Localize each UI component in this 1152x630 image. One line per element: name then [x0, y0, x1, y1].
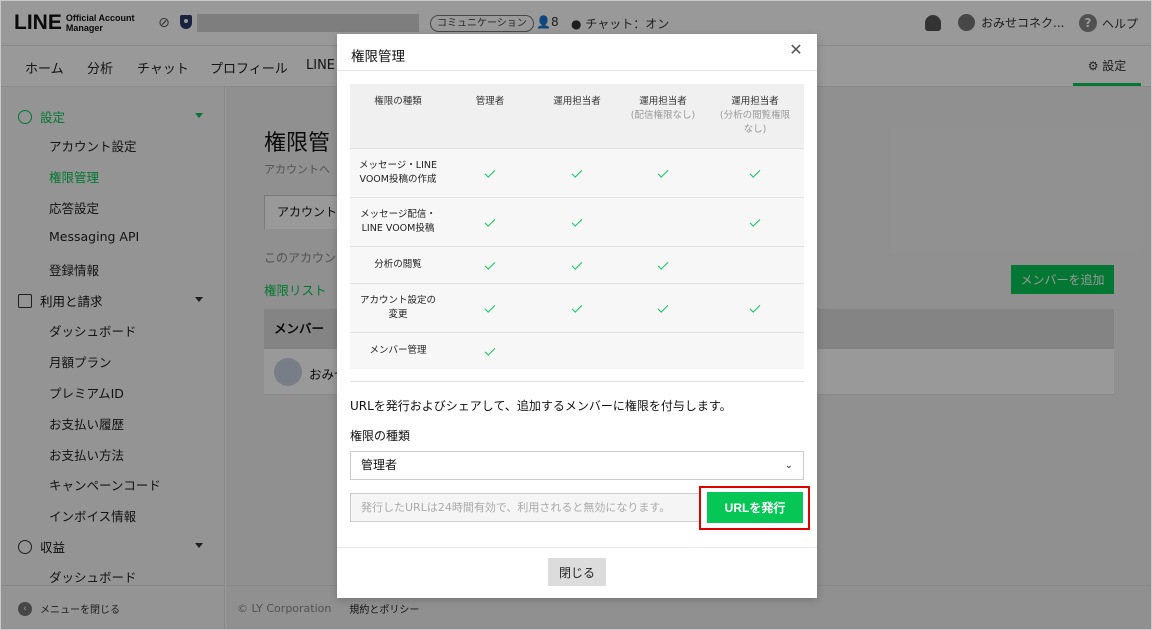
- permission-type-value: 管理者: [361, 458, 398, 472]
- check-icon: [571, 166, 583, 178]
- check-cell: [446, 147, 534, 197]
- modal-header: 権限管理 ✕: [337, 34, 817, 71]
- check-cell: [534, 282, 620, 332]
- permission-table: 権限の種類 管理者 運用担当者 運用担当者 (配信権限なし) 運用担当者 (分析の閲…: [350, 84, 804, 369]
- permission-name: 分析の閲覧: [350, 245, 446, 283]
- modal-description: URLを発行およびシェアして、追加するメンバーに権限を付与します。: [350, 399, 732, 413]
- permission-type-select[interactable]: 管理者 ⌄: [350, 451, 804, 480]
- url-output-field[interactable]: 発行したURLは24時間有効で、利用されると無効になります。: [350, 493, 701, 522]
- check-icon: [484, 301, 496, 313]
- col-header-note: (配信権限なし): [630, 110, 696, 121]
- col-header-label: 運用担当者: [553, 96, 601, 107]
- chevron-down-icon: ⌄: [784, 460, 793, 471]
- check-icon: [571, 258, 583, 270]
- check-cell: [534, 245, 620, 283]
- table-row: アカウント設定の変更: [350, 282, 804, 332]
- check-icon: [657, 301, 669, 313]
- check-cell: [446, 331, 534, 369]
- check-cell: [620, 245, 706, 283]
- check-cell: [620, 331, 706, 369]
- check-icon: [484, 215, 496, 227]
- check-icon: [657, 166, 669, 178]
- check-cell: [534, 147, 620, 197]
- col-header-label: 管理者: [475, 96, 505, 107]
- col-header-label: 運用担当者: [731, 96, 779, 107]
- table-row: メンバー管理: [350, 331, 804, 369]
- check-cell: [706, 245, 804, 283]
- close-button[interactable]: 閉じる: [548, 558, 606, 586]
- check-cell: [620, 147, 706, 197]
- check-icon: [749, 301, 761, 313]
- app-window: LINE Official Account Manager ⊘ コミュニケーショ…: [0, 0, 1152, 630]
- col-header: 運用担当者 (配信権限なし): [620, 84, 706, 148]
- check-cell: [706, 282, 804, 332]
- issue-url-button[interactable]: URLを発行: [707, 492, 803, 523]
- check-cell: [706, 196, 804, 246]
- divider: [350, 381, 804, 382]
- modal-title: 権限管理: [351, 49, 405, 65]
- divider: [337, 547, 817, 548]
- col-header: 権限の種類: [350, 84, 446, 148]
- table-row: 分析の閲覧: [350, 245, 804, 283]
- check-icon: [484, 166, 496, 178]
- table-row: メッセージ配信・LINE VOOM投稿: [350, 196, 804, 246]
- permission-name: メッセージ・LINE VOOM投稿の作成: [350, 147, 446, 197]
- check-cell: [706, 331, 804, 369]
- permission-name: メンバー管理: [350, 331, 446, 369]
- table-row: メッセージ・LINE VOOM投稿の作成: [350, 147, 804, 197]
- check-cell: [446, 196, 534, 246]
- check-cell: [446, 245, 534, 283]
- check-icon: [571, 301, 583, 313]
- col-header: 運用担当者 (分析の閲覧権限なし): [706, 84, 804, 148]
- check-cell: [620, 196, 706, 246]
- permission-name: メッセージ配信・LINE VOOM投稿: [350, 196, 446, 246]
- permission-modal: 権限管理 ✕ 権限の種類 管理者 運用担当者 運用担当者 (配信権限なし) 運用担…: [337, 34, 817, 598]
- check-cell: [534, 331, 620, 369]
- col-header: 管理者: [446, 84, 534, 148]
- check-cell: [534, 196, 620, 246]
- col-header-label: 運用担当者: [639, 96, 687, 107]
- close-icon[interactable]: ✕: [787, 42, 805, 60]
- check-icon: [749, 215, 761, 227]
- col-header-label: 権限の種類: [374, 96, 422, 107]
- check-icon: [484, 258, 496, 270]
- check-cell: [706, 147, 804, 197]
- check-cell: [620, 282, 706, 332]
- col-header-note: (分析の閲覧権限なし): [719, 110, 791, 135]
- col-header: 運用担当者: [534, 84, 620, 148]
- check-icon: [571, 215, 583, 227]
- permission-name: アカウント設定の変更: [350, 282, 446, 332]
- check-icon: [484, 344, 496, 356]
- permission-type-label: 権限の種類: [350, 429, 411, 443]
- check-icon: [657, 258, 669, 270]
- check-icon: [749, 166, 761, 178]
- check-cell: [446, 282, 534, 332]
